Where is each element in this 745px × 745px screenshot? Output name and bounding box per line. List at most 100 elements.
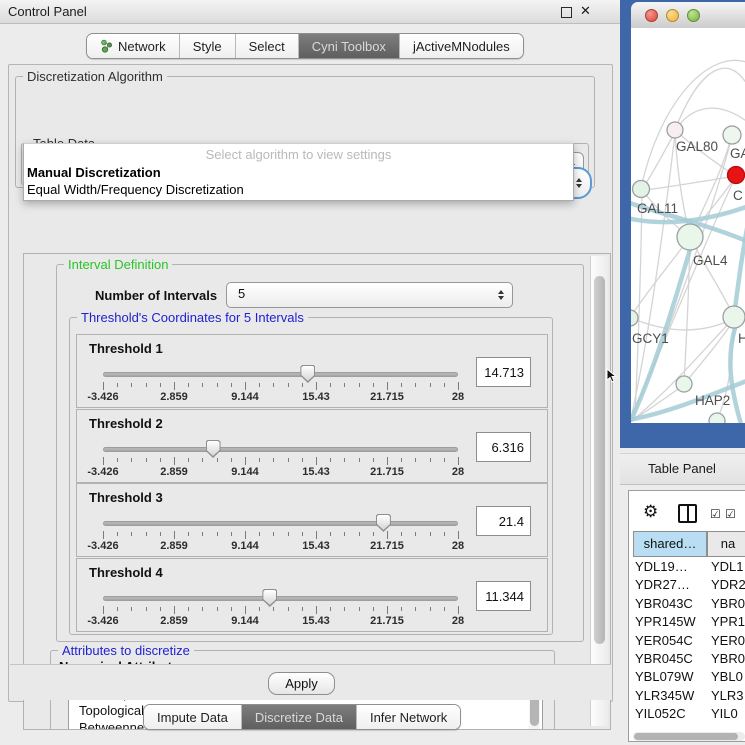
slider-thumb[interactable] [300,365,315,383]
tick-mark [273,607,274,611]
table-panel-header: Table Panel [620,453,745,485]
tab-network[interactable]: Network [87,34,180,58]
threshold-slider[interactable] [103,447,458,452]
tab-cyni-toolbox[interactable]: Cyni Toolbox [299,34,400,58]
scrollbar-thumb[interactable] [594,276,605,644]
table-horizontal-scrollbar[interactable] [633,732,745,741]
threshold-label: Threshold 4 [89,565,163,580]
table-row[interactable]: YER054CYER0 [633,632,745,650]
network-edge[interactable] [734,218,745,316]
table-row[interactable]: YBL079WYBL0 [633,668,745,686]
column-header-na[interactable]: na [707,531,745,557]
number-of-intervals-label: Number of Intervals [95,288,217,303]
threshold-label: Threshold 2 [89,416,163,431]
network-edge[interactable] [631,318,731,330]
network-edge[interactable] [645,176,735,190]
threshold-slider[interactable] [103,521,458,526]
network-node-gal4[interactable] [677,224,703,250]
zoom-window-icon[interactable] [687,9,700,22]
network-node-c[interactable] [728,167,745,184]
network-node-hap2[interactable] [676,376,692,392]
table-row[interactable]: YLR345WYLR3 [633,687,745,705]
network-graph[interactable]: GAL80GACGAL11GAL4GCY1HHAP2 [631,28,745,423]
table-row[interactable]: YPR145WYPR1 [633,613,745,631]
network-node-unlabeled[interactable] [709,413,725,423]
network-edge[interactable] [675,68,745,130]
tick-mark [245,606,246,614]
float-panel-icon[interactable] [561,7,572,18]
dropdown-option-equal-width[interactable]: Equal Width/Frequency Discretization [27,182,244,197]
tick-mark [245,531,246,539]
tick-mark [245,457,246,465]
threshold-panel-2: Threshold 2-3.4262.8599.14415.4321.71528… [76,409,548,483]
threshold-slider[interactable] [103,596,458,601]
network-edge[interactable] [677,108,745,128]
tick-mark [373,458,374,462]
settings-vertical-scrollbar[interactable] [590,256,608,726]
cell-shared-name: YBR045C [635,651,693,666]
table-row[interactable]: YIL052CYIL0 [633,705,745,723]
network-node-gcy1[interactable] [631,310,638,326]
tick-mark [401,532,402,536]
network-window-titlebar[interactable] [631,2,745,29]
column-header-shared-[interactable]: shared… [633,531,707,557]
tick-label: 9.144 [231,615,259,627]
close-panel-icon[interactable]: ✕ [580,3,591,19]
tick-mark [444,383,445,387]
network-edge[interactable] [631,134,675,418]
apply-button[interactable]: Apply [268,672,335,695]
slider-thumb[interactable] [262,589,277,607]
table-row[interactable]: YBR043CYBR0 [633,595,745,613]
tick-mark [444,532,445,536]
tick-mark [430,458,431,462]
threshold-value-field[interactable]: 6.316 [476,432,531,462]
network-node-gal80[interactable] [667,122,683,138]
tab-jactivemnodules[interactable]: jActiveMNodules [400,34,523,58]
number-of-intervals-spinner[interactable]: 5 [226,282,513,308]
checkbox-icon[interactable]: ☑ [725,507,736,521]
gear-icon[interactable]: ⚙ [643,502,658,522]
table-row[interactable]: YDL19…YDL1 [633,558,745,576]
tick-mark [273,383,274,387]
tick-mark [259,458,260,462]
bottom-tab-impute-data[interactable]: Impute Data [144,705,242,729]
tab-select[interactable]: Select [236,34,299,58]
column-layout-icon[interactable] [678,504,697,523]
tick-mark [387,382,388,390]
network-node-h[interactable] [723,306,745,328]
cell-shared-name: YDR27… [635,577,690,592]
tick-mark [316,382,317,390]
tick-mark [117,383,118,387]
bottom-tab-label: Infer Network [370,710,447,725]
slider-thumb[interactable] [376,514,391,532]
bottom-tab-infer-network[interactable]: Infer Network [357,705,460,729]
node-label: GAL80 [676,139,718,154]
network-view[interactable]: GAL80GACGAL11GAL4GCY1HHAP2 [631,28,745,423]
tab-style[interactable]: Style [180,34,236,58]
tick-mark [302,607,303,611]
network-node-gal11[interactable] [633,181,650,198]
threshold-value-field[interactable]: 21.4 [476,506,531,536]
tick-mark [430,607,431,611]
tick-mark [217,607,218,611]
tick-label: 28 [452,540,464,552]
bottom-tab-discretize-data[interactable]: Discretize Data [242,705,357,729]
slider-thumb[interactable] [206,440,221,458]
minimize-window-icon[interactable] [666,9,679,22]
tick-mark [160,458,161,462]
network-node-ga[interactable] [723,126,741,144]
tick-label: 15.43 [302,540,330,552]
tick-mark [330,458,331,462]
network-edge[interactable] [686,324,731,382]
threshold-value-field[interactable]: 14.713 [476,357,531,387]
threshold-slider[interactable] [103,372,458,377]
table-row[interactable]: YDR27…YDR2 [633,576,745,594]
table-row[interactable]: YBR045CYBR0 [633,650,745,668]
close-window-icon[interactable] [645,9,658,22]
checkbox-icon[interactable]: ☑ [710,507,721,521]
dropdown-option-manual[interactable]: Manual Discretization [27,165,161,180]
tick-mark [202,458,203,462]
tick-mark [202,383,203,387]
threshold-value-field[interactable]: 11.344 [476,581,531,611]
cell-shared-name: YER054C [635,633,693,648]
